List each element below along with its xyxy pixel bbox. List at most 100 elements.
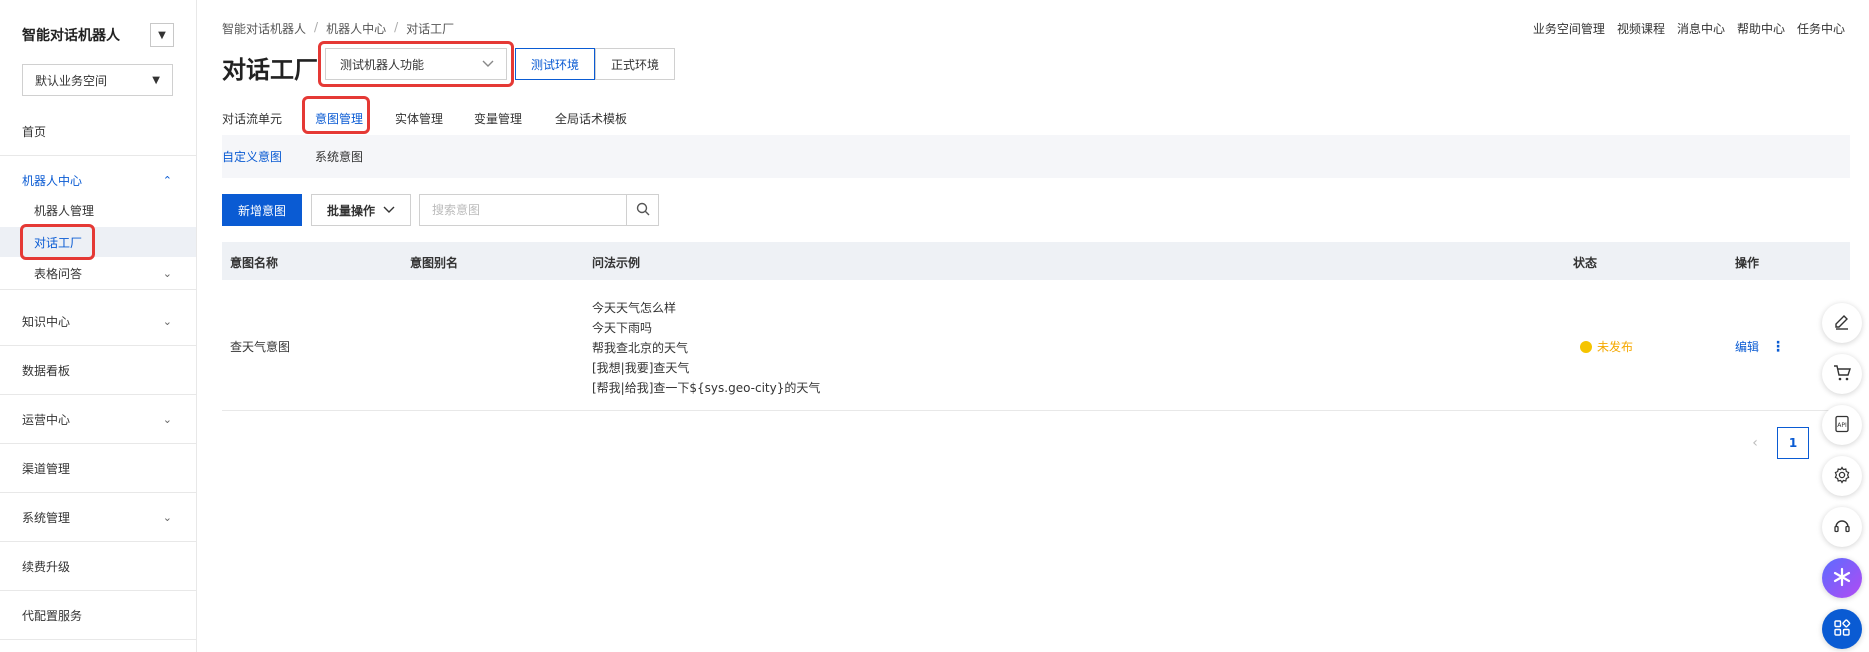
column-header: 意图名称	[230, 256, 279, 270]
topnav-messages[interactable]: 消息中心	[1677, 20, 1725, 37]
apps-button[interactable]	[1822, 609, 1862, 649]
support-button[interactable]	[1822, 507, 1862, 547]
chevron-down-icon	[482, 57, 494, 71]
tab-global-templates[interactable]: 全局话术模板	[555, 106, 627, 131]
column-header: 意图别名	[410, 256, 459, 270]
breadcrumb: 智能对话机器人 / 机器人中心 / 对话工厂	[222, 20, 454, 37]
sidebar-item-home[interactable]: 首页	[0, 108, 196, 156]
cart-icon	[1833, 364, 1851, 385]
status-text: 未发布	[1597, 340, 1634, 354]
sidebar-item-channels[interactable]: 渠道管理	[0, 445, 196, 493]
settings-button[interactable]	[1822, 456, 1862, 496]
add-intent-button[interactable]: 新增意图	[222, 194, 302, 226]
app-title: 智能对话机器人	[22, 28, 120, 44]
sidebar-item-dialog-factory[interactable]: 对话工厂	[0, 227, 196, 257]
robot-select[interactable]: 测试机器人功能	[325, 48, 507, 80]
sparkle-icon	[1832, 567, 1852, 590]
workspace-select-value: 默认业务空间	[35, 73, 108, 88]
sidebar-item-robot-manage[interactable]: 机器人管理	[0, 195, 196, 225]
sidebar-item-label: 机器人管理	[34, 203, 95, 218]
column-header: 状态	[1573, 256, 1598, 270]
sidebar-item-dashboard[interactable]: 数据看板	[0, 347, 196, 395]
sidebar-item-label: 渠道管理	[22, 462, 71, 476]
search-button[interactable]	[626, 195, 658, 225]
tab-entity-manage[interactable]: 实体管理	[395, 106, 443, 131]
tab-variable-manage[interactable]: 变量管理	[474, 106, 522, 131]
chevron-up-icon: ⌃	[162, 173, 172, 187]
tab-intent-manage[interactable]: 意图管理	[315, 106, 363, 131]
workspace-select[interactable]: 默认业务空间 ▼	[22, 64, 173, 96]
subtab-system-intent[interactable]: 系统意图	[315, 148, 363, 165]
sidebar-header: 智能对话机器人 ▼	[22, 20, 174, 50]
svg-text:API: API	[1837, 422, 1847, 429]
sidebar-item-system[interactable]: 系统管理 ⌄	[0, 494, 196, 542]
api-doc-icon: API	[1833, 415, 1851, 436]
headset-icon	[1833, 517, 1851, 538]
table-row: 查天气意图 今天天气怎么样 今天下雨吗 帮我查北京的天气 [我想|我要]查天气 …	[222, 280, 1850, 411]
search-icon	[636, 202, 650, 219]
sidebar-item-label: 首页	[22, 125, 47, 139]
sidebar-item-label: 机器人中心	[22, 173, 83, 188]
caret-down-icon: ▼	[152, 74, 160, 86]
pagination-page-button[interactable]: 1	[1777, 427, 1809, 459]
breadcrumb-item[interactable]: 机器人中心	[326, 20, 386, 37]
sidebar-item-knowledge[interactable]: 知识中心 ⌄	[0, 298, 196, 346]
app-switch-button[interactable]: ▼	[150, 23, 174, 47]
subtab-custom-intent[interactable]: 自定义意图	[222, 148, 282, 165]
sidebar-item-label: 表格问答	[34, 267, 83, 281]
chevron-down-icon	[383, 203, 395, 217]
batch-operation-label: 批量操作	[326, 203, 375, 218]
example-item: 帮我查北京的天气	[592, 341, 689, 355]
pagination-prev-button[interactable]: ‹	[1740, 428, 1770, 458]
sidebar: 智能对话机器人 ▼ 默认业务空间 ▼ 首页 机器人中心 ⌃ 机器人管理 对话工厂…	[0, 0, 197, 652]
status-badge: 未发布	[1580, 338, 1633, 355]
gear-icon	[1833, 465, 1851, 487]
more-vertical-icon[interactable]: ⋮	[1771, 339, 1785, 355]
search-input[interactable]	[420, 195, 626, 225]
env-test-button[interactable]: 测试环境	[515, 48, 595, 80]
breadcrumb-separator: /	[394, 20, 399, 34]
chevron-down-icon: ⌄	[162, 511, 172, 524]
cart-button[interactable]	[1822, 354, 1862, 394]
row-actions: 编辑 ⋮	[1735, 338, 1785, 355]
breadcrumb-item[interactable]: 智能对话机器人	[222, 20, 306, 37]
sidebar-item-operations[interactable]: 运营中心 ⌄	[0, 396, 196, 444]
sidebar-item-label: 数据看板	[22, 364, 71, 378]
sidebar-item-label: 续费升级	[22, 560, 71, 574]
breadcrumb-item: 对话工厂	[406, 22, 455, 36]
sidebar-item-table-qa[interactable]: 表格问答 ⌄	[0, 258, 196, 290]
api-button[interactable]: API	[1822, 405, 1862, 445]
chevron-down-icon: ⌄	[162, 267, 172, 280]
apps-grid-icon	[1833, 618, 1851, 640]
sidebar-item-config-service[interactable]: 代配置服务	[0, 592, 196, 640]
edit-link[interactable]: 编辑	[1735, 338, 1759, 355]
topnav-video-courses[interactable]: 视频课程	[1617, 20, 1665, 37]
intent-name: 查天气意图	[230, 340, 291, 354]
sidebar-item-label: 知识中心	[22, 315, 71, 329]
breadcrumb-separator: /	[314, 20, 319, 34]
chevron-down-icon: ⌄	[162, 413, 172, 426]
example-item: 今天天气怎么样	[592, 301, 677, 315]
search-box	[419, 194, 659, 226]
pending-status-icon	[1580, 340, 1592, 353]
sidebar-item-label: 对话工厂	[34, 235, 83, 250]
robot-select-value: 测试机器人功能	[340, 57, 425, 72]
feedback-button[interactable]	[1822, 303, 1862, 343]
column-header: 操作	[1735, 256, 1760, 270]
sidebar-item-label: 代配置服务	[22, 609, 83, 623]
topnav-workspace-manage[interactable]: 业务空间管理	[1533, 20, 1605, 37]
topnav-tasks[interactable]: 任务中心	[1797, 20, 1845, 37]
sidebar-item-renew[interactable]: 续费升级	[0, 543, 196, 591]
caret-down-icon: ▼	[158, 29, 166, 41]
ai-assistant-button[interactable]	[1822, 558, 1862, 598]
subtab-bar: 自定义意图 系统意图	[222, 135, 1850, 178]
example-item: 今天下雨吗	[592, 321, 653, 335]
chevron-down-icon: ⌄	[162, 315, 172, 328]
tab-dialog-flow[interactable]: 对话流单元	[222, 106, 282, 131]
top-nav: 业务空间管理 视频课程 消息中心 帮助中心 任务中心	[1533, 20, 1845, 37]
sidebar-item-label: 运营中心	[22, 413, 71, 427]
batch-operation-button[interactable]: 批量操作	[311, 194, 411, 226]
topnav-help[interactable]: 帮助中心	[1737, 20, 1785, 37]
env-prod-button[interactable]: 正式环境	[595, 48, 675, 80]
edit-icon	[1833, 313, 1851, 334]
